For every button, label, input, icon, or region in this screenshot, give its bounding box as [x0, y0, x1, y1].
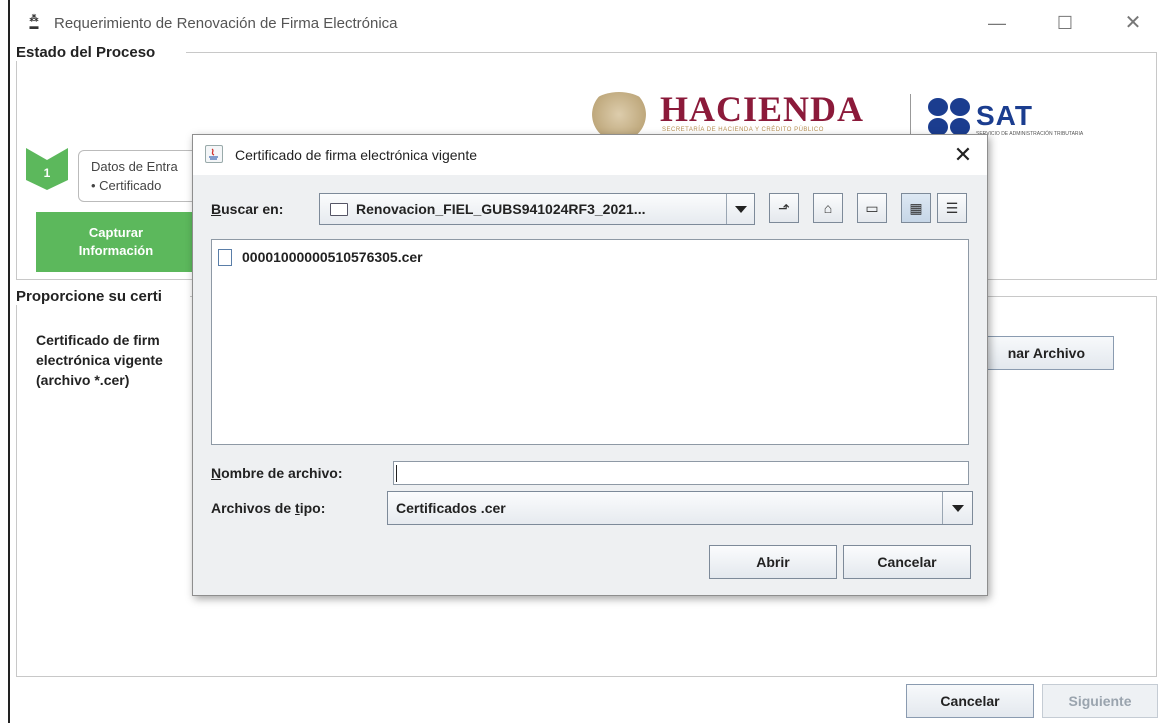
step-card-item: • Certificado [91, 178, 162, 193]
chevron-down-icon [952, 505, 964, 512]
sat-app-icon: ⁂ ▬ [29, 13, 39, 31]
file-name-input[interactable] [393, 461, 969, 485]
cert-label-line2: electrónica vigente [36, 352, 163, 368]
dialog-title: Certificado de firma electrónica vigente [235, 147, 478, 163]
step-number: 1 [44, 166, 51, 180]
new-folder-icon[interactable]: ▭ [857, 193, 887, 223]
cert-label-line3: (archivo *.cer) [36, 372, 130, 388]
file-name: 00001000000510576305.cer [242, 249, 423, 265]
certificate-section-title: Proporcione su certi [16, 288, 166, 305]
step-card: Datos de Entra • Certificado [78, 150, 208, 202]
close-button[interactable]: ✕ [1110, 8, 1156, 38]
file-icon [218, 249, 232, 266]
active-step-label-line2: Información [78, 243, 154, 258]
window-title: Requerimiento de Renovación de Firma Ele… [54, 15, 398, 32]
home-icon[interactable]: ⌂ [813, 193, 843, 223]
open-button[interactable]: Abrir [709, 545, 837, 579]
sat-logo-mark [928, 98, 972, 138]
look-in-combo[interactable]: Renovacion_FIEL_GUBS941024RF3_2021... [319, 193, 755, 225]
logo-divider [910, 94, 911, 136]
look-in-label: Buscar en: [211, 201, 284, 217]
estado-section-title: Estado del Proceso [16, 44, 160, 61]
minimize-button[interactable]: — [974, 8, 1020, 38]
look-in-value: Renovacion_FIEL_GUBS941024RF3_2021... [356, 201, 646, 217]
active-step-label-line1: Capturar [88, 225, 144, 240]
active-step-label: Capturar Información [36, 224, 196, 260]
file-chooser-dialog: Certificado de firma electrónica vigente… [192, 134, 988, 596]
cert-label-line1: Certificado de firm [36, 332, 160, 348]
look-in-dropdown-arrow[interactable] [726, 194, 754, 224]
file-type-label: Archivos de tipo: [211, 500, 326, 516]
text-cursor [396, 465, 397, 482]
java-icon [205, 145, 223, 163]
file-list[interactable]: 00001000000510576305.cer [211, 239, 969, 445]
section-divider [186, 52, 1157, 53]
background-window-edge [0, 0, 10, 723]
sat-logo-text: SAT [976, 100, 1033, 131]
list-view-icon[interactable]: ▦ [901, 193, 931, 223]
details-view-icon[interactable]: ☰ [937, 193, 967, 223]
dialog-title-bar: Certificado de firma electrónica vigente… [193, 135, 987, 175]
cancel-button[interactable]: Cancelar [906, 684, 1034, 718]
title-bar: ⁂ ▬ Requerimiento de Renovación de Firma … [10, 0, 1161, 44]
step-card-title: Datos de Entra [91, 159, 178, 174]
file-type-combo[interactable]: Certificados .cer [387, 491, 973, 525]
maximize-button[interactable]: ☐ [1042, 8, 1088, 38]
dialog-cancel-button[interactable]: Cancelar [843, 545, 971, 579]
step-number-chevron: 1 [26, 148, 68, 190]
file-type-dropdown-arrow[interactable] [942, 492, 972, 524]
dialog-close-button[interactable]: ✕ [945, 139, 981, 171]
up-one-level-icon[interactable]: ⬏ [769, 193, 799, 223]
sat-logo-subtitle: SERVICIO DE ADMINISTRACIÓN TRIBUTARIA [976, 131, 1084, 137]
next-button[interactable]: Siguiente [1042, 684, 1158, 718]
hacienda-logo-subtitle: SECRETARÍA DE HACIENDA Y CRÉDITO PÚBLICO [662, 127, 824, 133]
chevron-down-icon [735, 206, 747, 213]
file-name-label: Nombre de archivo: [211, 465, 343, 481]
folder-icon [330, 203, 348, 216]
hacienda-logo-text: HACIENDA [660, 89, 865, 129]
certificate-field-label: Certificado de firm electrónica vigente … [36, 330, 211, 390]
file-type-value: Certificados .cer [396, 500, 506, 516]
